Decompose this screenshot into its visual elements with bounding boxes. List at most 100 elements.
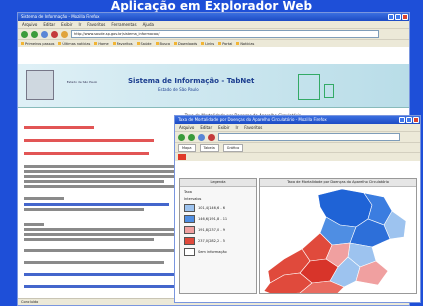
body-text-line bbox=[24, 170, 174, 173]
forward-icon[interactable] bbox=[31, 30, 38, 38]
legend-item[interactable]: 237,0|282,2 - 5 bbox=[184, 237, 252, 245]
legend-swatch bbox=[184, 226, 195, 234]
app-logo-icon bbox=[178, 154, 186, 160]
bookmark-item[interactable]: Saúde bbox=[136, 42, 152, 46]
legend-panel: Legenda Taxa Intervalos 101,4|146,6 - 6 … bbox=[179, 178, 257, 294]
window-controls bbox=[388, 14, 408, 20]
popup-menu-bar: Arquivo Editar Exibir Ir Favoritos bbox=[175, 124, 420, 131]
maximize-icon[interactable] bbox=[395, 14, 401, 20]
banner-graphic-small bbox=[324, 84, 334, 98]
reload-icon[interactable] bbox=[41, 30, 48, 38]
tab-map[interactable]: Mapa bbox=[178, 143, 196, 152]
body-link-line[interactable] bbox=[24, 152, 149, 155]
close-icon[interactable] bbox=[402, 14, 408, 20]
bookmark-icon bbox=[174, 42, 178, 45]
bookmark-item[interactable]: Notícias bbox=[236, 42, 254, 46]
legend-item[interactable]: 101,4|146,6 - 6 bbox=[184, 204, 252, 212]
bookmark-item[interactable]: Favoritos bbox=[112, 42, 133, 46]
maximize-icon[interactable] bbox=[406, 117, 412, 123]
legend-item[interactable]: Sem informação bbox=[184, 248, 252, 256]
menu-item[interactable]: Ir bbox=[235, 124, 238, 131]
bookmark-icon bbox=[201, 42, 205, 45]
popup-tab-bar: Mapa Tabela Gráfico bbox=[175, 142, 420, 152]
popup-navigation-toolbar bbox=[175, 131, 420, 142]
bookmark-item[interactable]: Portal bbox=[218, 42, 232, 46]
bookmark-item[interactable]: Últimas notícias bbox=[58, 42, 90, 46]
menu-item[interactable]: Favoritos bbox=[87, 21, 105, 28]
map-title: Taxa de Mortalidade por Doenças do Apare… bbox=[260, 179, 416, 187]
popup-map-window: Taxa de Mortalidade por Doenças do Apare… bbox=[174, 115, 421, 303]
popup-window-controls bbox=[399, 117, 419, 123]
popup-titlebar[interactable]: Taxa de Mortalidade por Doenças do Apare… bbox=[175, 116, 420, 124]
body-link-line[interactable] bbox=[24, 203, 169, 206]
menu-item[interactable]: Arquivo bbox=[179, 124, 194, 131]
menu-item[interactable]: Exibir bbox=[218, 124, 229, 131]
body-text-line bbox=[24, 180, 164, 183]
legend-label: Sem informação bbox=[198, 250, 227, 254]
navigation-toolbar: http://www.saude.sp.gov.br/sistema_infor… bbox=[18, 28, 409, 39]
legend-label: 101,4|146,6 - 6 bbox=[198, 206, 225, 210]
bookmark-icon bbox=[236, 42, 240, 45]
tab-graph[interactable]: Gráfico bbox=[222, 143, 244, 152]
bookmarks-toolbar: Primeiros passos Últimas notícias Home F… bbox=[18, 39, 409, 47]
bookmark-icon bbox=[155, 42, 159, 45]
body-text-line bbox=[24, 238, 154, 241]
popup-title: Taxa de Mortalidade por Doenças do Apare… bbox=[178, 117, 327, 122]
body-text-line bbox=[24, 185, 174, 188]
popup-url-bar[interactable] bbox=[218, 133, 400, 141]
legend-swatch bbox=[184, 248, 195, 256]
main-window-titlebar[interactable]: Sistema de Informação - Mozilla Firefox bbox=[18, 13, 409, 21]
body-link-line[interactable] bbox=[24, 126, 94, 129]
bookmark-item[interactable]: Primeiros passos bbox=[21, 42, 54, 46]
legend-swatch bbox=[184, 204, 195, 212]
menu-item[interactable]: Favoritos bbox=[244, 124, 262, 131]
minimize-icon[interactable] bbox=[388, 14, 394, 20]
bookmark-item[interactable]: Home bbox=[94, 42, 109, 46]
menu-bar: Arquivo Editar Exibir Ir Favoritos Ferra… bbox=[18, 21, 409, 28]
legend-label: 146,6|191,8 - 11 bbox=[198, 217, 228, 221]
legend-panel-title: Legenda bbox=[180, 179, 256, 187]
choropleth-map[interactable] bbox=[260, 187, 416, 294]
body-link-line[interactable] bbox=[24, 285, 174, 288]
bookmark-item[interactable]: Links bbox=[201, 42, 214, 46]
site-banner: Estado de São Paulo Sistema de Informaçã… bbox=[18, 64, 409, 108]
menu-item[interactable]: Ir bbox=[78, 21, 81, 28]
bookmark-item[interactable]: Busca bbox=[155, 42, 170, 46]
menu-item[interactable]: Editar bbox=[200, 124, 212, 131]
tab-table[interactable]: Tabela bbox=[199, 143, 219, 152]
home-icon[interactable] bbox=[61, 30, 68, 38]
legend-item[interactable]: 146,6|191,8 - 11 bbox=[184, 215, 252, 223]
menu-item[interactable]: Editar bbox=[43, 21, 55, 28]
main-window-title: Sistema de Informação - Mozilla Firefox bbox=[21, 14, 100, 19]
body-link-line[interactable] bbox=[24, 273, 174, 276]
minimize-icon[interactable] bbox=[399, 117, 405, 123]
bookmark-icon bbox=[58, 42, 62, 45]
stop-icon[interactable] bbox=[208, 133, 215, 141]
close-icon[interactable] bbox=[413, 117, 419, 123]
bookmark-item[interactable]: Downloads bbox=[174, 42, 197, 46]
forward-icon[interactable] bbox=[188, 133, 195, 141]
legend-label: 237,0|282,2 - 5 bbox=[198, 239, 225, 243]
menu-item[interactable]: Exibir bbox=[61, 21, 72, 28]
coat-of-arms-logo bbox=[26, 70, 54, 100]
url-bar[interactable]: http://www.saude.sp.gov.br/sistema_infor… bbox=[71, 30, 379, 38]
legend-item[interactable]: 191,8|237,0 - 9 bbox=[184, 226, 252, 234]
popup-content: Legenda Taxa Intervalos 101,4|146,6 - 6 … bbox=[175, 174, 420, 302]
legend-header: Taxa bbox=[184, 190, 192, 194]
bookmark-icon bbox=[94, 42, 98, 45]
popup-map-toolbar bbox=[175, 152, 420, 161]
stop-icon[interactable] bbox=[51, 30, 58, 38]
reload-icon[interactable] bbox=[198, 133, 205, 141]
back-icon[interactable] bbox=[178, 133, 185, 141]
banner-org: Estado de São Paulo bbox=[66, 80, 98, 84]
menu-item[interactable]: Ajuda bbox=[143, 21, 154, 28]
banner-subtitle: Estado de São Paulo bbox=[158, 87, 199, 92]
menu-item[interactable]: Ferramentas bbox=[111, 21, 136, 28]
banner-title: Sistema de Informação - TabNet bbox=[128, 77, 255, 85]
body-text-line bbox=[24, 233, 174, 236]
body-link-line[interactable] bbox=[24, 139, 154, 142]
back-icon[interactable] bbox=[21, 30, 28, 38]
slide-title: Aplicação em Explorador Web bbox=[110, 0, 313, 12]
body-text-line bbox=[24, 228, 174, 231]
menu-item[interactable]: Arquivo bbox=[22, 21, 37, 28]
